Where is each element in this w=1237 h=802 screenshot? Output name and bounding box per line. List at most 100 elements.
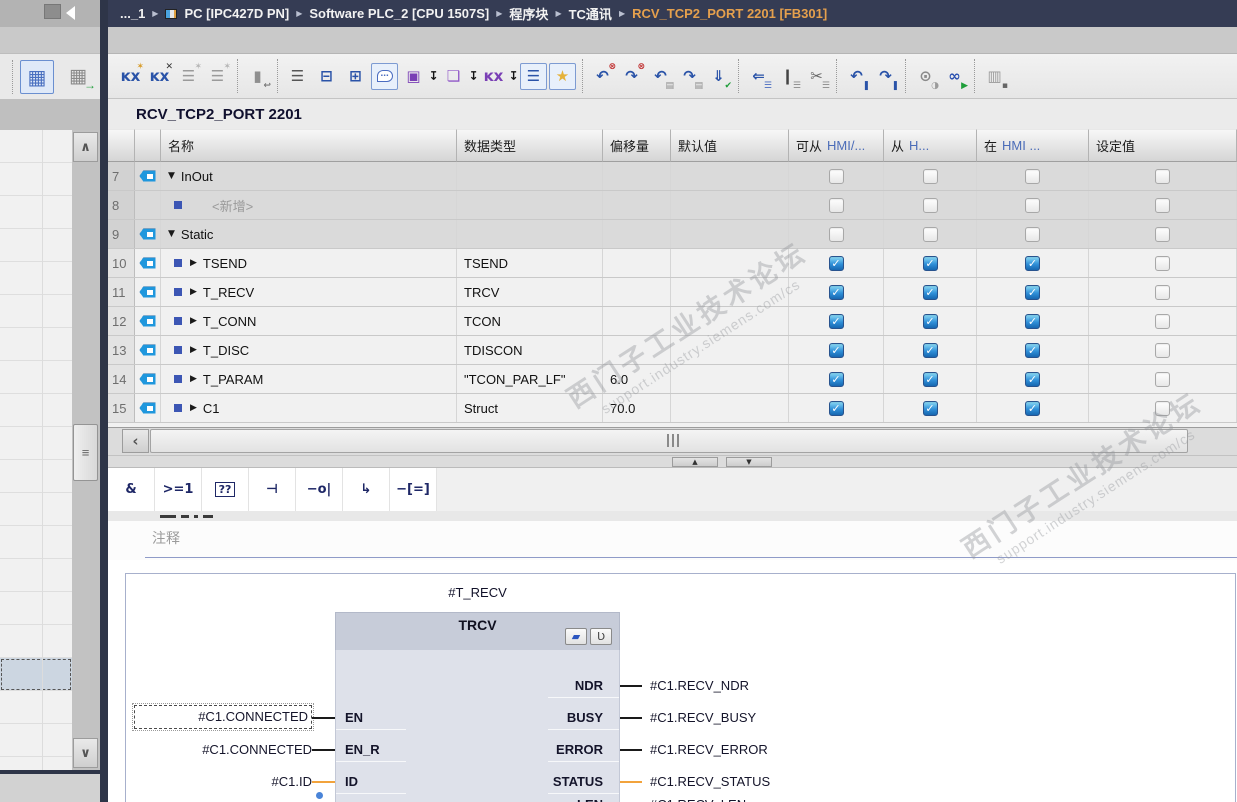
hmi-checkbox[interactable]	[1155, 226, 1170, 242]
breadcrumb-item[interactable]: 程序块	[509, 4, 548, 23]
left-table-row[interactable]	[0, 262, 72, 295]
datatype-cell[interactable]: TRCV	[457, 278, 603, 306]
column-header[interactable]: 默认值	[671, 129, 789, 162]
hmi-checkbox[interactable]	[1155, 313, 1170, 329]
snapshot-back-icon[interactable]: ↶ ▤	[647, 63, 674, 91]
variable-name[interactable]: Static	[181, 227, 214, 242]
left-table-row[interactable]	[0, 724, 72, 757]
comment-toggle-icon[interactable]: ⋯	[371, 62, 398, 90]
expand-all-icon[interactable]: ⊟	[313, 63, 340, 90]
default-value-cell[interactable]	[671, 394, 789, 422]
breadcrumb-item[interactable]: Software PLC_2 [CPU 1507S]	[309, 6, 489, 21]
hmi-checkbox[interactable]	[828, 197, 844, 213]
open-branch-button[interactable]: ↳	[343, 468, 390, 511]
dropdown-arrow-icon[interactable]: ↧	[468, 63, 479, 90]
find-replace-icon[interactable]: ⊙ ◑	[912, 63, 939, 91]
left-table-row[interactable]	[0, 526, 72, 559]
breadcrumb-item[interactable]: ..._1	[120, 6, 145, 21]
left-table-row[interactable]	[0, 625, 72, 658]
hmi-checkbox[interactable]	[922, 226, 938, 242]
left-table-row[interactable]	[0, 460, 72, 493]
hmi-checkbox[interactable]	[828, 371, 844, 387]
table-row[interactable]: 8 <新增>	[108, 191, 1237, 220]
input-operand[interactable]: #C1.ID	[134, 773, 312, 791]
output-operand[interactable]: #C1.RECV_NDR	[650, 677, 749, 695]
column-header[interactable]	[108, 129, 135, 162]
hmi-checkbox[interactable]	[1155, 400, 1170, 416]
column-header[interactable]: 可从 HMI/...	[789, 129, 884, 162]
expander-icon[interactable]: ▶	[190, 287, 197, 297]
and-box-button[interactable]: &	[108, 468, 155, 511]
left-table-row[interactable]	[0, 592, 72, 625]
variable-name[interactable]: T_RECV	[203, 285, 254, 300]
table-row[interactable]: 14 ▶ T_PARAM "TCON_PAR_LF" 6.0	[108, 365, 1237, 394]
hmi-checkbox[interactable]	[1025, 197, 1040, 213]
left-table-row[interactable]	[0, 328, 72, 361]
hmi-checkbox[interactable]	[1025, 226, 1040, 242]
insert-row-icon[interactable]: ᴋx ✶	[117, 62, 144, 90]
default-value-cell[interactable]	[671, 307, 789, 335]
column-header[interactable]	[135, 129, 161, 162]
block-output-pin[interactable]: NDR	[335, 677, 612, 695]
name-cell[interactable]: ▶ C1	[161, 394, 457, 422]
column-header[interactable]: 设定值	[1089, 129, 1237, 162]
table-row[interactable]: 7 ▼ InOut	[108, 162, 1237, 191]
empty-box-button[interactable]: ??	[202, 468, 249, 511]
hmi-checkbox[interactable]	[1155, 371, 1170, 387]
hmi-checkbox[interactable]	[828, 313, 844, 329]
name-cell[interactable]: ▶ T_RECV	[161, 278, 457, 306]
sort-structure-icon[interactable]: ☰	[284, 63, 311, 90]
variable-name[interactable]: T_DISC	[203, 343, 249, 358]
left-table-row[interactable]	[0, 427, 72, 460]
left-table-row[interactable]	[0, 196, 72, 229]
output-operand[interactable]: #C1.RECV_ERROR	[650, 741, 768, 759]
table-row[interactable]: 11 ▶ T_RECV TRCV	[108, 278, 1237, 307]
expander-icon[interactable]: ▶	[190, 258, 197, 268]
hmi-checkbox[interactable]	[1025, 400, 1040, 416]
datatype-cell[interactable]	[457, 162, 603, 190]
breadcrumb-item[interactable]: RCV_TCP2_PORT 2201 [FB301]	[632, 6, 827, 21]
name-cell[interactable]: <新增>	[161, 191, 457, 219]
left-table-row[interactable]	[0, 295, 72, 328]
hmi-checkbox[interactable]	[922, 313, 938, 329]
expander-icon[interactable]: ▶	[190, 374, 197, 384]
default-value-cell[interactable]	[671, 278, 789, 306]
datatype-cell[interactable]: TDISCON	[457, 336, 603, 364]
default-value-cell[interactable]	[671, 365, 789, 393]
datatype-cell[interactable]	[457, 220, 603, 248]
start-values-list-icon[interactable]: ❙ ☰	[774, 63, 801, 91]
output-operand[interactable]: #C1.RECV_BUSY	[650, 709, 756, 727]
nav-previous-icon[interactable]: ↶ ❚	[843, 63, 870, 91]
nav-next-icon[interactable]: ↷ ❚	[872, 63, 899, 91]
splitter-collapse-up-icon[interactable]: ▲	[672, 457, 718, 467]
delete-row-icon[interactable]: ᴋx ✕	[146, 62, 173, 90]
hmi-checkbox[interactable]	[1155, 284, 1170, 300]
network-comment-input[interactable]: 注释	[152, 528, 180, 548]
expander-icon[interactable]: ▶	[190, 316, 197, 326]
left-scrollbar-thumb[interactable]: ≡	[73, 424, 98, 481]
block-output-pin[interactable]: ERROR	[335, 741, 612, 759]
hmi-checkbox[interactable]	[828, 168, 844, 184]
retentive-memory-icon[interactable]: ▥ ▪	[981, 63, 1008, 91]
hmi-checkbox[interactable]	[828, 255, 844, 271]
table-row[interactable]: 13 ▶ T_DISC TDISCON	[108, 336, 1237, 365]
left-table-row[interactable]	[0, 493, 72, 526]
expander-icon[interactable]: ▶	[190, 403, 197, 413]
input-operand[interactable]: #C1.CONNECTED	[132, 703, 314, 731]
or-box-button[interactable]: >=1	[155, 468, 202, 511]
monitor-block-icon[interactable]: Ʋ	[590, 628, 612, 645]
hmi-checkbox[interactable]	[1025, 255, 1040, 271]
collapse-all-icon[interactable]: ⊞	[342, 63, 369, 90]
left-table-row[interactable]	[0, 394, 72, 427]
scroll-down-icon[interactable]: ∨	[73, 738, 98, 768]
hmi-checkbox[interactable]	[922, 371, 938, 387]
default-value-cell[interactable]	[671, 191, 789, 219]
hmi-checkbox[interactable]	[1025, 313, 1040, 329]
variable-name[interactable]: T_PARAM	[203, 372, 263, 387]
datatype-cell[interactable]: TSEND	[457, 249, 603, 277]
scroll-left-icon[interactable]: ‹	[122, 429, 149, 453]
contact-button[interactable]: ⊣	[249, 468, 296, 511]
left-table-row[interactable]	[0, 130, 72, 163]
collapse-pane-arrow-icon[interactable]	[66, 6, 75, 20]
dropdown-arrow-icon[interactable]: ↧	[508, 63, 519, 90]
